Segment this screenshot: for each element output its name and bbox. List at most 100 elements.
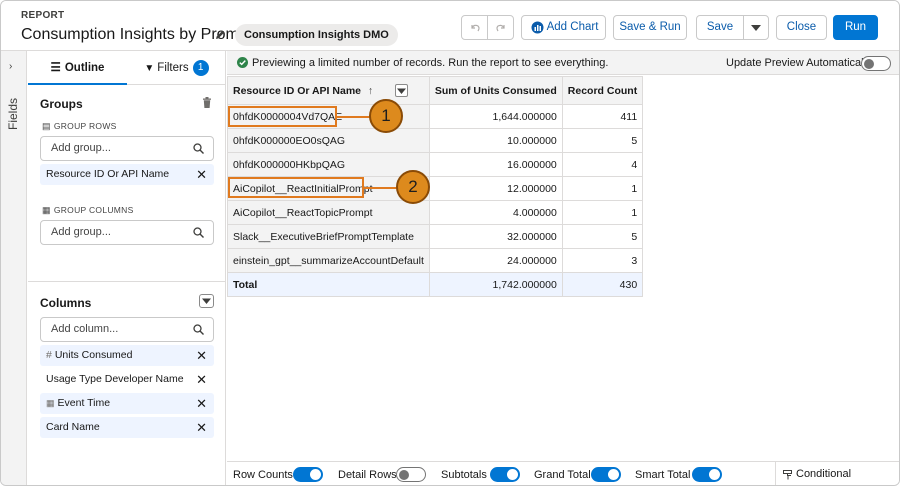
row-counts-toggle[interactable] bbox=[293, 467, 323, 482]
column-item-units-consumed[interactable]: # Units Consumed ✕ bbox=[40, 345, 214, 366]
remove-icon[interactable]: ✕ bbox=[196, 393, 207, 414]
panel-tabs: ☰ Outline ▼ Filters 1 bbox=[28, 51, 226, 85]
number-icon: # bbox=[46, 349, 52, 361]
search-icon bbox=[193, 324, 204, 335]
column-item-event-time[interactable]: ▦ Event Time ✕ bbox=[40, 393, 214, 414]
add-column-placeholder: Add column... bbox=[51, 323, 119, 335]
remove-icon[interactable]: ✕ bbox=[196, 369, 207, 390]
add-chart-button[interactable]: Add Chart bbox=[521, 15, 606, 40]
paint-roller-icon bbox=[783, 470, 792, 480]
column-item-label: Units Consumed bbox=[54, 349, 133, 361]
column-item-label: Card Name bbox=[46, 421, 100, 433]
save-button[interactable]: Save bbox=[696, 15, 744, 40]
columns-title: Columns bbox=[40, 296, 92, 310]
columns-grid-icon: ▦ bbox=[42, 205, 51, 215]
grand-total-label: Grand Total bbox=[534, 469, 591, 481]
conditional-formatting-label: Conditional Formatting bbox=[796, 468, 852, 480]
callout-highlight-1 bbox=[228, 106, 337, 127]
row-label-cell[interactable]: Slack__ExecutiveBriefPromptTemplate bbox=[227, 224, 430, 249]
column-header-resource-id[interactable]: Resource ID Or API Name ↑ bbox=[227, 76, 430, 105]
group-columns-label: ▦ GROUP COLUMNS bbox=[42, 205, 134, 216]
column-menu-button[interactable] bbox=[395, 84, 408, 97]
table-row: 0hfdK000000EO0sQAG 10.000000 5 bbox=[227, 128, 644, 153]
subtotals-toggle[interactable] bbox=[490, 467, 520, 482]
row-label-cell[interactable]: AiCopilot__ReactTopicPrompt bbox=[227, 200, 430, 225]
subtotals-label: Subtotals bbox=[441, 469, 487, 481]
sum-units-cell[interactable]: 10.000000 bbox=[428, 128, 563, 153]
tab-outline[interactable]: ☰ Outline bbox=[28, 51, 127, 85]
table-row: AiCopilot__ReactTopicPrompt 4.000000 1 bbox=[227, 200, 644, 225]
rows-icon: ▤ bbox=[42, 121, 51, 131]
chevron-right-icon[interactable]: › bbox=[9, 61, 12, 72]
preview-info-message: Previewing a limited number of records. … bbox=[252, 57, 609, 69]
pencil-icon[interactable] bbox=[214, 29, 226, 41]
list-icon: ☰ bbox=[50, 62, 61, 74]
remove-icon[interactable]: ✕ bbox=[196, 345, 207, 366]
record-count-cell[interactable]: 5 bbox=[561, 128, 644, 153]
tab-filters[interactable]: ▼ Filters 1 bbox=[127, 51, 226, 85]
save-and-run-button[interactable]: Save & Run bbox=[613, 15, 687, 40]
add-column-input[interactable]: Add column... bbox=[40, 317, 214, 342]
groups-title: Groups bbox=[40, 97, 83, 111]
search-icon bbox=[193, 227, 204, 238]
callout-connector-2 bbox=[364, 187, 397, 189]
sum-units-cell[interactable]: 16.000000 bbox=[428, 152, 563, 177]
sum-units-cell[interactable]: 24.000000 bbox=[428, 248, 563, 273]
sum-units-cell[interactable]: 12.000000 bbox=[428, 176, 563, 201]
remove-icon[interactable]: ✕ bbox=[196, 164, 207, 185]
update-preview-toggle[interactable] bbox=[861, 56, 891, 71]
row-label-cell[interactable]: einstein_gpt__summarizeAccountDefault bbox=[227, 248, 430, 273]
success-check-icon bbox=[237, 57, 248, 68]
record-count-cell[interactable]: 411 bbox=[561, 104, 644, 129]
report-builder-window: REPORT Consumption Insights by Prompt Co… bbox=[0, 0, 900, 486]
column-item-usage-type[interactable]: Usage Type Developer Name ✕ bbox=[40, 369, 214, 390]
column-item-card-name[interactable]: Card Name ✕ bbox=[40, 417, 214, 438]
callout-marker-2: 2 bbox=[396, 170, 430, 204]
report-preview: Previewing a limited number of records. … bbox=[227, 51, 899, 461]
section-divider bbox=[28, 281, 226, 282]
callout-connector-1 bbox=[337, 116, 370, 118]
columns-menu-button[interactable] bbox=[199, 294, 214, 308]
record-count-cell[interactable]: 1 bbox=[561, 200, 644, 225]
trash-icon[interactable] bbox=[202, 97, 212, 108]
smart-total-toggle[interactable] bbox=[692, 467, 722, 482]
table-body: 0hfdK0000004Vd7QAE 1,644.000000 411 0hfdK00… bbox=[227, 104, 644, 297]
save-options-button[interactable] bbox=[743, 15, 769, 40]
update-preview-label: Update Preview Automatically bbox=[726, 57, 872, 69]
record-count-cell[interactable]: 4 bbox=[561, 152, 644, 177]
data-model-object-pill: Consumption Insights DMO bbox=[235, 24, 398, 46]
column-header-sum-units[interactable]: Sum of Units Consumed bbox=[428, 76, 563, 105]
redo-icon bbox=[496, 24, 505, 32]
add-group-columns-placeholder: Add group... bbox=[51, 226, 111, 238]
grand-total-toggle[interactable] bbox=[591, 467, 621, 482]
record-count-cell[interactable]: 1 bbox=[561, 176, 644, 201]
column-header-record-count[interactable]: Record Count bbox=[561, 76, 644, 105]
remove-icon[interactable]: ✕ bbox=[196, 417, 207, 438]
table-row: einstein_gpt__summarizeAccountDefault 24.… bbox=[227, 248, 644, 273]
total-label-cell: Total bbox=[227, 272, 430, 297]
add-group-columns-input[interactable]: Add group... bbox=[40, 220, 214, 245]
fields-rail-label: Fields bbox=[6, 98, 20, 131]
chevron-down-icon bbox=[751, 25, 761, 31]
sort-ascending-icon: ↑ bbox=[367, 84, 374, 97]
callout-marker-1: 1 bbox=[369, 99, 403, 133]
group-row-item[interactable]: Resource ID Or API Name ✕ bbox=[40, 164, 214, 185]
sum-units-cell[interactable]: 1,644.000000 bbox=[428, 104, 563, 129]
report-header: REPORT Consumption Insights by Prompt Co… bbox=[1, 1, 899, 51]
row-label-cell[interactable]: 0hfdK000000HKbpQAG bbox=[227, 152, 430, 177]
redo-button[interactable] bbox=[487, 15, 514, 40]
sum-units-cell[interactable]: 4.000000 bbox=[428, 200, 563, 225]
run-button[interactable]: Run bbox=[833, 15, 878, 40]
add-group-rows-input[interactable]: Add group... bbox=[40, 136, 214, 161]
conditional-formatting-button[interactable]: Conditional Formatting bbox=[775, 462, 899, 485]
fields-rail[interactable]: › Fields bbox=[1, 51, 27, 485]
detail-rows-toggle[interactable] bbox=[396, 467, 426, 482]
record-count-cell[interactable]: 5 bbox=[561, 224, 644, 249]
row-label-cell[interactable]: 0hfdK000000EO0sQAG bbox=[227, 128, 430, 153]
chevron-down-icon bbox=[397, 88, 406, 94]
sum-units-cell[interactable]: 32.000000 bbox=[428, 224, 563, 249]
check-mark bbox=[239, 60, 246, 66]
record-count-cell[interactable]: 3 bbox=[561, 248, 644, 273]
undo-button[interactable] bbox=[461, 15, 488, 40]
close-button[interactable]: Close bbox=[776, 15, 827, 40]
